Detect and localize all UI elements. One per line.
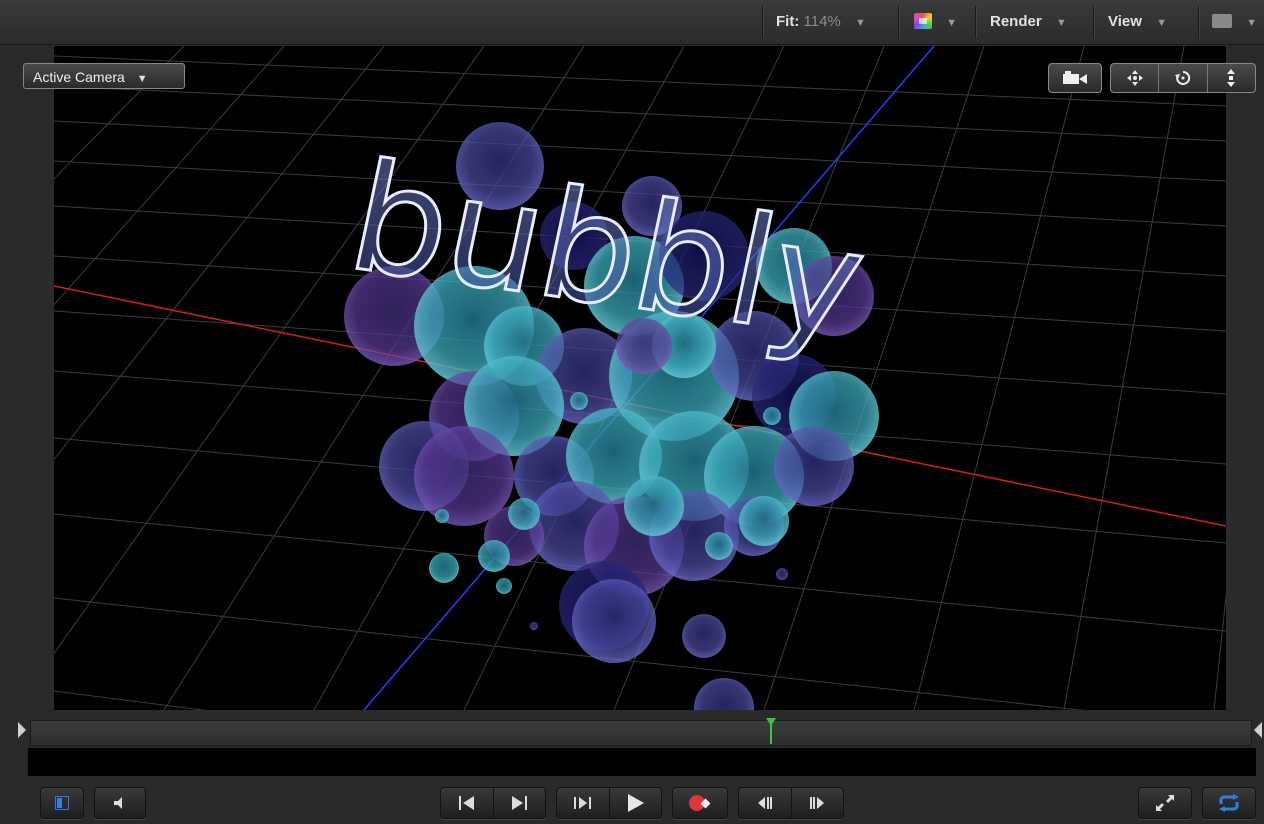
play-icon[interactable] xyxy=(608,788,662,818)
fullscreen-icon xyxy=(1139,788,1191,818)
render-label: Render xyxy=(990,13,1042,30)
color-channels-icon xyxy=(914,13,932,29)
move-icon[interactable] xyxy=(1111,64,1158,92)
timeline-track xyxy=(28,748,1256,776)
toggle-panel-icon xyxy=(41,788,83,818)
view-label: View xyxy=(1108,13,1142,30)
separator xyxy=(975,6,976,38)
fit-zoom-menu[interactable]: Fit: 114% ▼ xyxy=(776,12,866,32)
layout-icon xyxy=(1212,14,1232,28)
play-buttons-group xyxy=(556,787,662,819)
jump-buttons-group xyxy=(440,787,546,819)
chevron-down-icon: ▼ xyxy=(1246,17,1258,29)
playhead[interactable] xyxy=(765,718,777,746)
loop-button[interactable] xyxy=(1202,787,1256,819)
chevron-down-icon: ▼ xyxy=(946,17,958,29)
separator xyxy=(898,6,899,38)
loop-icon xyxy=(1203,788,1255,818)
view-tools-group xyxy=(1110,63,1256,93)
chevron-down-icon: ▼ xyxy=(136,73,148,85)
chevron-down-icon: ▼ xyxy=(1055,17,1067,29)
record-icon xyxy=(673,788,727,818)
go-to-start-icon[interactable] xyxy=(441,788,493,818)
audio-icon xyxy=(95,788,145,818)
next-frame-icon[interactable] xyxy=(790,788,844,818)
previous-frame-icon[interactable] xyxy=(739,788,791,818)
audio-button[interactable] xyxy=(94,787,146,819)
orbit-icon[interactable] xyxy=(1158,64,1206,92)
camera-tool-group xyxy=(1048,63,1102,93)
fit-label: Fit: xyxy=(776,13,800,30)
record-button[interactable] xyxy=(672,787,728,819)
toggle-panel-button[interactable] xyxy=(40,787,84,819)
separator xyxy=(1093,6,1094,38)
camera-icon[interactable] xyxy=(1049,64,1101,92)
fit-value: 114% xyxy=(803,13,841,30)
view-layout-menu[interactable]: ▼ xyxy=(1212,12,1257,32)
go-to-end-icon[interactable] xyxy=(492,788,546,818)
view-menu[interactable]: View ▼ xyxy=(1108,12,1167,32)
chevron-down-icon: ▼ xyxy=(1156,17,1167,29)
frame-step-group xyxy=(738,787,844,819)
separator xyxy=(762,6,763,38)
active-camera-select[interactable]: Active Camera ▼ xyxy=(23,63,185,89)
viewer-canvas[interactable]: bubbly xyxy=(54,46,1226,710)
scene-3d: bubbly xyxy=(54,46,1226,710)
separator xyxy=(1198,6,1199,38)
viewer-toolbar: Fit: 114% ▼ ▼ Render ▼ View ▼ ▼ xyxy=(0,0,1264,45)
camera-select-label: Active Camera xyxy=(33,69,125,85)
play-range-icon[interactable] xyxy=(557,788,609,818)
chevron-down-icon: ▼ xyxy=(854,17,866,29)
play-range-in-marker[interactable] xyxy=(18,722,26,738)
fullscreen-button[interactable] xyxy=(1138,787,1192,819)
channels-menu[interactable]: ▼ xyxy=(914,12,957,32)
play-range-out-marker[interactable] xyxy=(1254,722,1262,738)
dolly-icon[interactable] xyxy=(1206,64,1255,92)
render-menu[interactable]: Render ▼ xyxy=(990,12,1067,32)
mini-timeline[interactable] xyxy=(30,720,1252,746)
